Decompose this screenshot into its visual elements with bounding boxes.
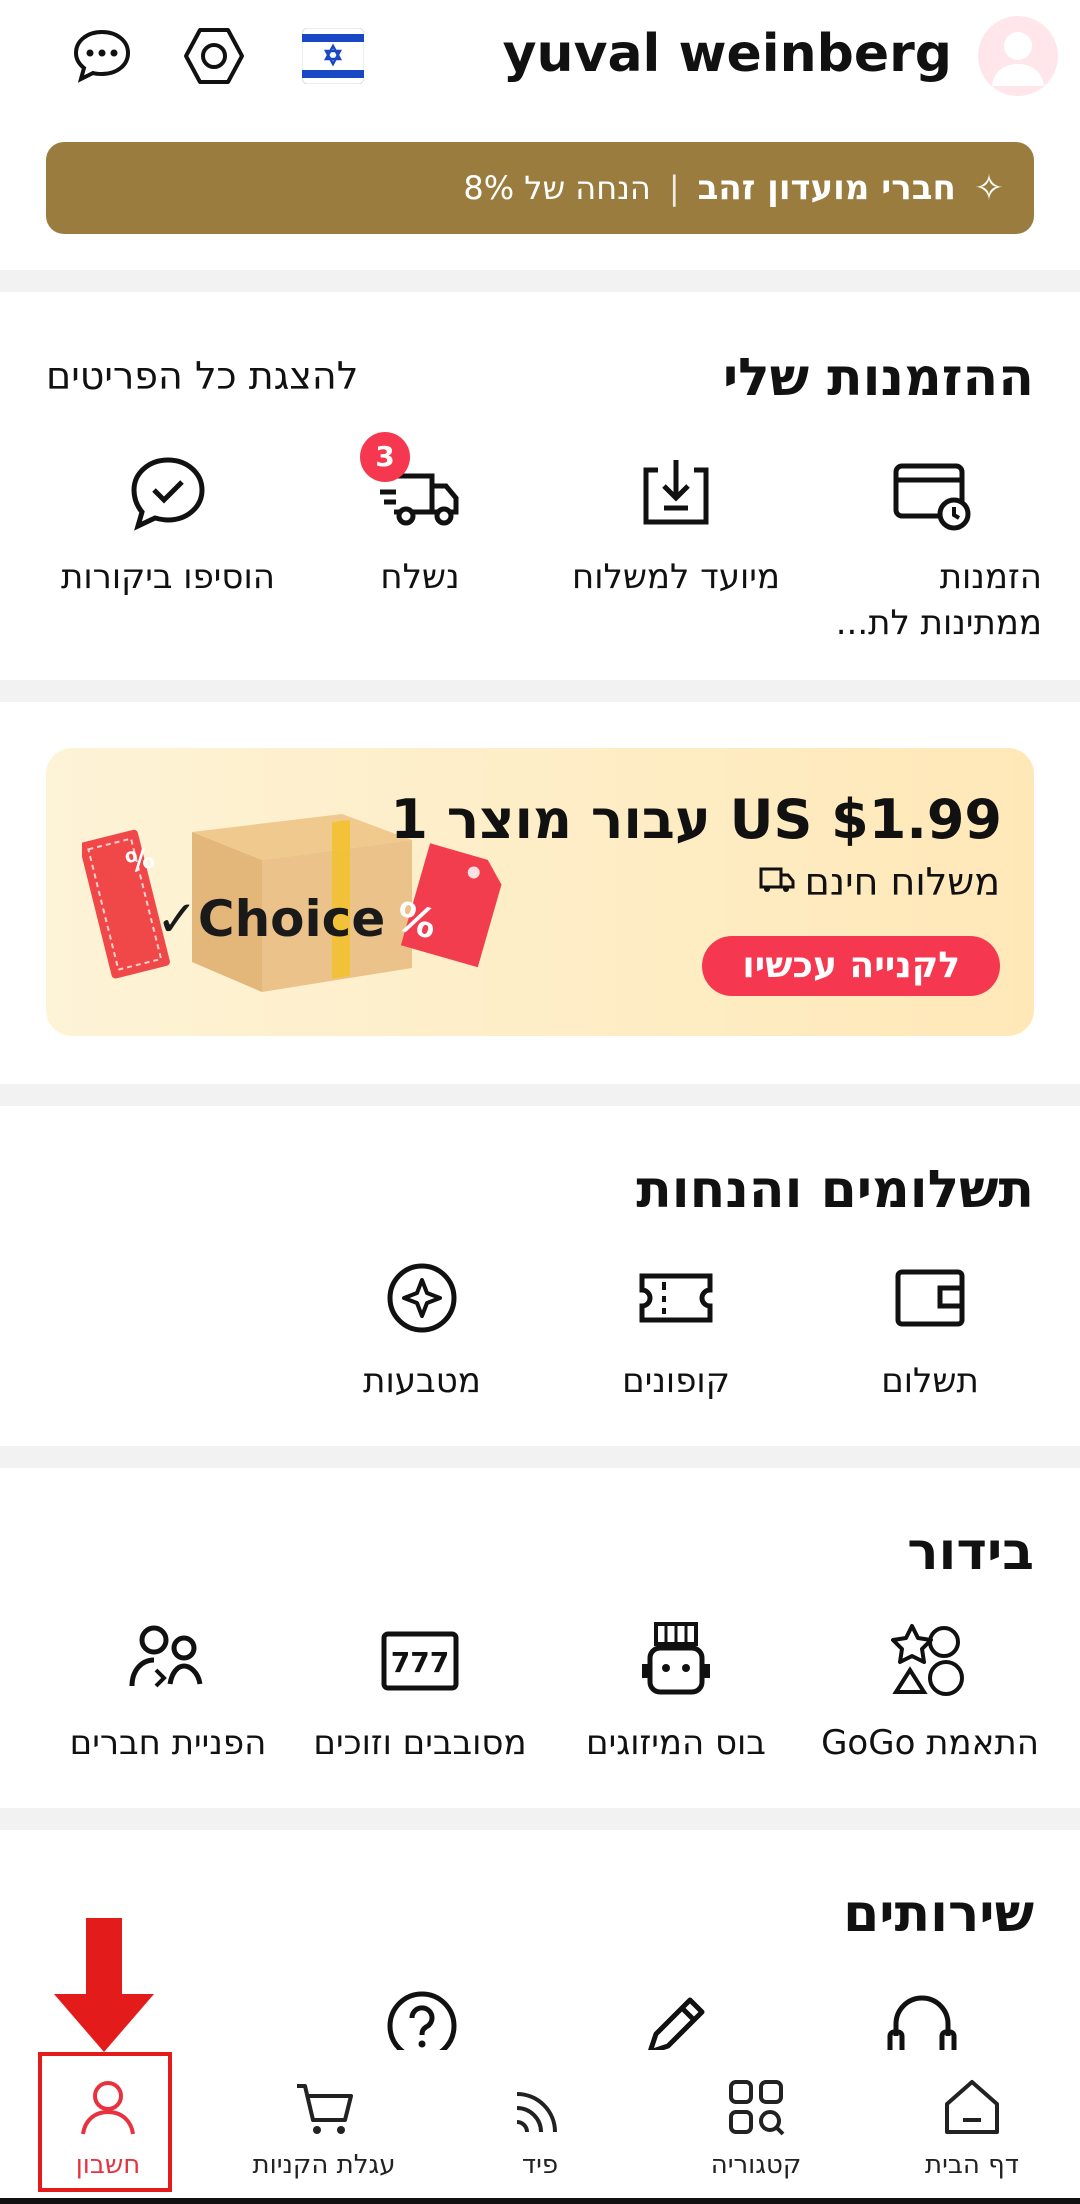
system-bottom-bar bbox=[0, 2198, 1080, 2204]
orders-title: ההזמנות שלי bbox=[722, 348, 1034, 408]
settings-icon[interactable] bbox=[182, 24, 246, 88]
promo-choice-text: ✓Choice bbox=[156, 890, 386, 948]
choice-promo-banner[interactable]: % ✓Choice % US $1.99 עבור מוצר 1 משלוח ח… bbox=[46, 748, 1034, 1036]
entertainment-item-refer-label: הפניית חברים bbox=[69, 1723, 267, 1763]
svg-text:777: 777 bbox=[391, 1646, 449, 1679]
delivery-truck-icon bbox=[755, 860, 795, 904]
nav-cart[interactable]: עגלת הקניות bbox=[216, 2072, 432, 2180]
coupon-icon bbox=[628, 1250, 724, 1346]
gold-membership-banner[interactable]: ✧ חברי מועדון זהב | הנחה של 8% bbox=[46, 142, 1034, 234]
header: yuval weinberg bbox=[0, 0, 1080, 140]
promo-shop-now-button[interactable]: לקנייה עכשיו bbox=[702, 936, 1000, 996]
shipped-count-badge: 3 bbox=[360, 432, 410, 482]
refer-friends-icon bbox=[120, 1612, 216, 1708]
entertainment-item-spin-win-label: מסובבים וזוכים bbox=[313, 1723, 527, 1763]
entertainment-item-merge-boss[interactable]: בוס המיזוגים bbox=[556, 1612, 796, 1766]
payments-item-payment-label: תשלום bbox=[881, 1361, 979, 1401]
orders-item-shipped[interactable]: נשלח 3 bbox=[300, 432, 540, 600]
nav-cart-label: עגלת הקניות bbox=[252, 2150, 396, 2180]
to-ship-icon bbox=[628, 446, 724, 542]
payments-item-coins-label: מטבעות bbox=[363, 1361, 481, 1401]
nav-category-label: קטגוריה bbox=[710, 2150, 802, 2180]
payments-item-coupons[interactable]: קופונים bbox=[556, 1250, 796, 1404]
section-divider bbox=[0, 680, 1080, 702]
headset-icon[interactable] bbox=[882, 1986, 962, 2050]
orders-view-all-link[interactable]: להצגת כל הפריטים bbox=[46, 354, 358, 398]
pending-payment-icon bbox=[882, 446, 978, 542]
israel-flag-icon[interactable] bbox=[302, 28, 364, 84]
payments-item-coupons-label: קופונים bbox=[622, 1361, 730, 1401]
entertainment-item-spin-win[interactable]: 777 מסובבים וזוכים bbox=[300, 1612, 540, 1766]
avatar-icon[interactable] bbox=[978, 16, 1058, 96]
orders-item-reviews[interactable]: הוסיפו ביקורות bbox=[48, 446, 288, 600]
highlight-box bbox=[38, 2052, 172, 2192]
nav-home[interactable]: דף הבית bbox=[864, 2072, 1080, 2180]
services-title: שירותים bbox=[843, 1884, 1034, 1944]
section-divider bbox=[0, 1808, 1080, 1830]
slot-777-icon: 777 bbox=[372, 1612, 468, 1708]
nav-home-label: דף הבית bbox=[924, 2150, 1019, 2180]
entertainment-item-refer[interactable]: הפניית חברים bbox=[48, 1612, 288, 1766]
nav-category[interactable]: קטגוריה bbox=[648, 2072, 864, 2180]
orders-item-pending[interactable]: הזמנות ממתינות לת... bbox=[810, 446, 1050, 646]
orders-item-to-ship-label: מיועד למשלוח bbox=[572, 557, 780, 597]
merge-boss-icon bbox=[628, 1612, 724, 1708]
gold-banner-title: חברי מועדון זהב bbox=[697, 168, 956, 208]
home-icon bbox=[937, 2072, 1007, 2142]
gogo-match-icon bbox=[882, 1612, 978, 1708]
section-divider bbox=[0, 1446, 1080, 1468]
promo-price-text: US $1.99 עבור מוצר 1 bbox=[390, 788, 1002, 851]
username[interactable]: yuval weinberg bbox=[503, 24, 952, 84]
entertainment-item-merge-boss-label: בוס המיזוגים bbox=[586, 1723, 766, 1763]
promo-shipping-text: משלוח חינם bbox=[804, 860, 1000, 904]
annotation-arrow-icon bbox=[54, 1918, 154, 2052]
payments-item-coins[interactable]: מטבעות bbox=[302, 1250, 542, 1404]
section-divider bbox=[0, 1084, 1080, 1106]
promo-shipping: משלוח חינם bbox=[755, 860, 1000, 904]
sparkle-icon: ✧ bbox=[973, 167, 1004, 209]
feed-icon bbox=[505, 2072, 575, 2142]
orders-item-to-ship[interactable]: מיועד למשלוח bbox=[556, 446, 796, 600]
section-divider bbox=[0, 270, 1080, 292]
category-icon bbox=[721, 2072, 791, 2142]
gold-banner-separator: | bbox=[668, 169, 680, 207]
orders-item-shipped-label: נשלח bbox=[380, 557, 460, 597]
pencil-icon[interactable] bbox=[636, 1986, 716, 2050]
orders-item-pending-label: הזמנות ממתינות לת... bbox=[835, 557, 1042, 643]
review-icon bbox=[120, 446, 216, 542]
payments-item-payment[interactable]: תשלום bbox=[810, 1250, 1050, 1404]
wallet-icon bbox=[882, 1250, 978, 1346]
payments-title: תשלומים והנחות bbox=[636, 1160, 1034, 1220]
entertainment-item-gogo[interactable]: התאמת GoGo bbox=[810, 1612, 1050, 1766]
orders-item-reviews-label: הוסיפו ביקורות bbox=[61, 557, 275, 597]
entertainment-item-gogo-label: התאמת GoGo bbox=[821, 1723, 1039, 1763]
nav-feed[interactable]: פיד bbox=[432, 2072, 648, 2180]
messages-icon[interactable] bbox=[70, 24, 134, 88]
nav-feed-label: פיד bbox=[521, 2150, 559, 2180]
cart-icon bbox=[289, 2072, 359, 2142]
gold-banner-discount: הנחה של 8% bbox=[463, 169, 651, 207]
help-icon[interactable] bbox=[382, 1986, 462, 2050]
coins-icon bbox=[374, 1250, 470, 1346]
entertainment-title: בידור bbox=[907, 1522, 1034, 1582]
